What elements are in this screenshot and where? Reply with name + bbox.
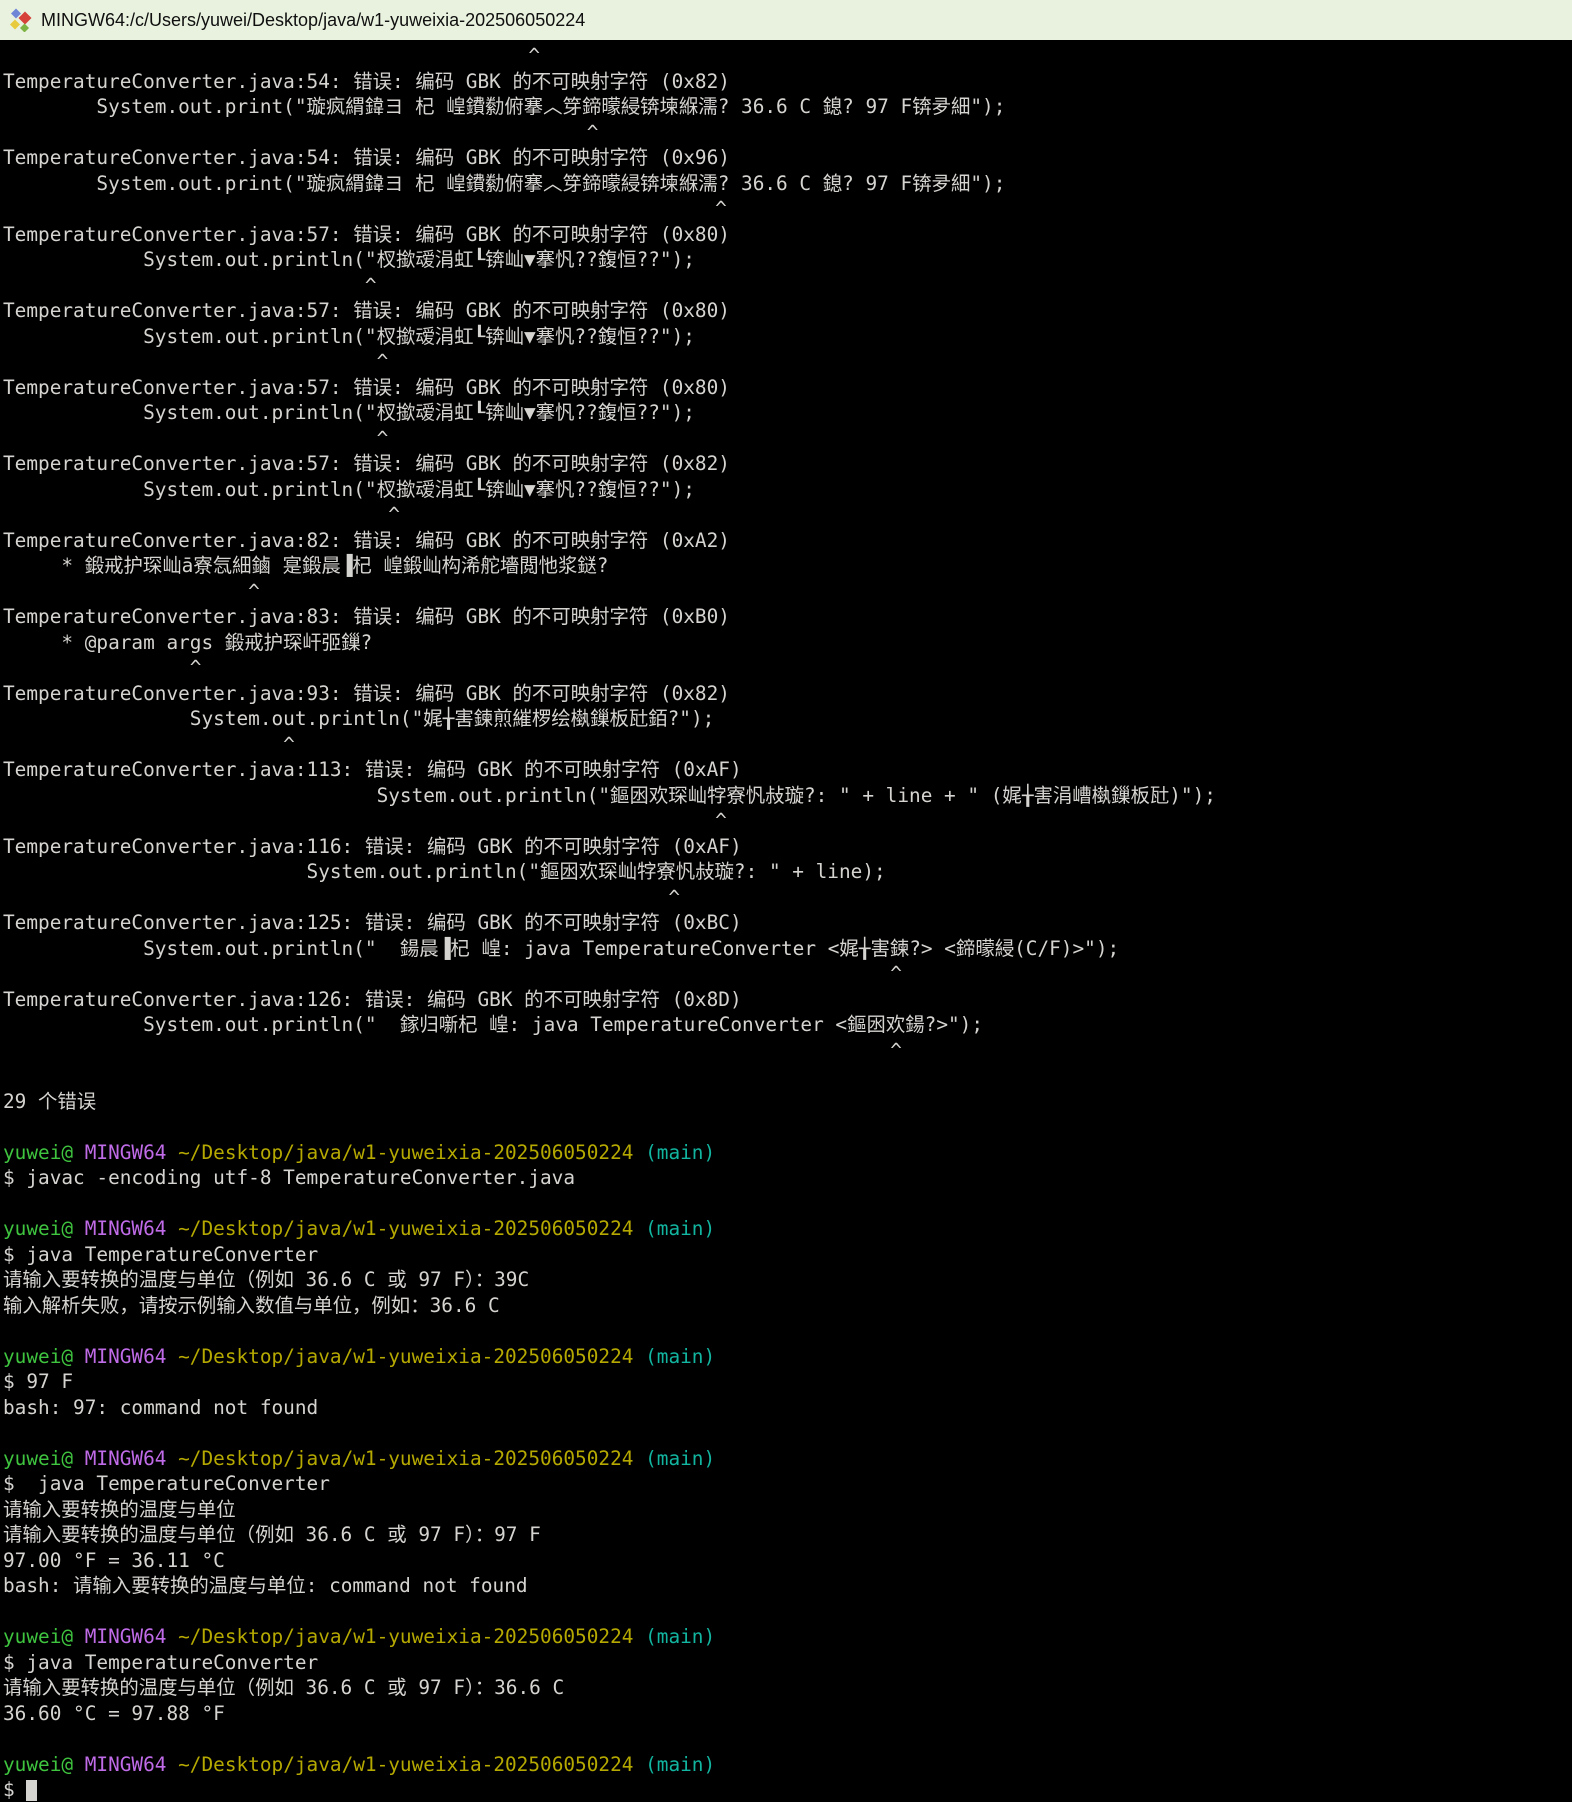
terminal-line: System.out.println("娓╁害鍊煎繀椤绘槸鏁板瓧銆?");	[3, 706, 1572, 732]
prompt-user: yuwei@	[3, 1217, 73, 1240]
prompt-path: ~/Desktop/java/w1-yuweixia-202506050224	[166, 1625, 633, 1648]
terminal-line: $	[3, 1777, 1572, 1802]
terminal-line: $ java TemperatureConverter	[3, 1650, 1572, 1676]
terminal-line: System.out.println(" 鎵归噺杞 崲: java Temper…	[3, 1012, 1572, 1038]
prompt-line: yuwei@ MINGW64 ~/Desktop/java/w1-yuweixi…	[3, 1446, 1572, 1472]
terminal-line	[3, 1191, 1572, 1217]
terminal-line: System.out.println("杈撳叆涓虹┖锛屾▼搴忛??鍑恒??");	[3, 400, 1572, 426]
prompt-path: ~/Desktop/java/w1-yuweixia-202506050224	[166, 1217, 633, 1240]
error-caret-line: ^	[3, 43, 1572, 69]
terminal-line: 输入解析失败，请按示例输入数值与单位，例如：36.6 C	[3, 1293, 1572, 1319]
prompt-branch: (main)	[633, 1345, 715, 1368]
terminal-line: bash: 97: command not found	[3, 1395, 1572, 1421]
prompt-line: yuwei@ MINGW64 ~/Desktop/java/w1-yuweixi…	[3, 1216, 1572, 1242]
prompt-path: ~/Desktop/java/w1-yuweixia-202506050224	[166, 1753, 633, 1776]
prompt-line: yuwei@ MINGW64 ~/Desktop/java/w1-yuweixi…	[3, 1752, 1572, 1778]
text-cursor	[26, 1780, 37, 1801]
terminal-line: TemperatureConverter.java:57: 错误: 编码 GBK…	[3, 298, 1572, 324]
prompt-user: yuwei@	[3, 1141, 73, 1164]
error-caret-line: ^	[3, 885, 1572, 911]
prompt-user: yuwei@	[3, 1447, 73, 1470]
terminal-line: System.out.println("杈撳叆涓虹┖锛屾▼搴忛??鍑恒??");	[3, 324, 1572, 350]
terminal-line: TemperatureConverter.java:113: 错误: 编码 GB…	[3, 757, 1572, 783]
terminal-line: TemperatureConverter.java:57: 错误: 编码 GBK…	[3, 451, 1572, 477]
terminal-line: TemperatureConverter.java:54: 错误: 编码 GBK…	[3, 145, 1572, 171]
terminal-line	[3, 1420, 1572, 1446]
prompt-branch: (main)	[633, 1753, 715, 1776]
terminal-line: bash: 请输入要转换的温度与单位: command not found	[3, 1573, 1572, 1599]
terminal-line	[3, 1726, 1572, 1752]
prompt-host: MINGW64	[73, 1141, 166, 1164]
prompt-path: ~/Desktop/java/w1-yuweixia-202506050224	[166, 1141, 633, 1164]
terminal-line: 97.00 °F = 36.11 °C	[3, 1548, 1572, 1574]
error-caret-line: ^	[3, 120, 1572, 146]
terminal-line: TemperatureConverter.java:126: 错误: 编码 GB…	[3, 987, 1572, 1013]
error-caret-line: ^	[3, 732, 1572, 758]
terminal-line: 请输入要转换的温度与单位（例如 36.6 C 或 97 F）：36.6 C	[3, 1675, 1572, 1701]
terminal-line: TemperatureConverter.java:57: 错误: 编码 GBK…	[3, 375, 1572, 401]
prompt-branch: (main)	[633, 1447, 715, 1470]
terminal-line: TemperatureConverter.java:82: 错误: 编码 GBK…	[3, 528, 1572, 554]
terminal-line: * @param args 鍛戒护琛屽弬鏁?	[3, 630, 1572, 656]
terminal-line: 请输入要转换的温度与单位（例如 36.6 C 或 97 F）：39C	[3, 1267, 1572, 1293]
prompt-host: MINGW64	[73, 1753, 166, 1776]
prompt-line: yuwei@ MINGW64 ~/Desktop/java/w1-yuweixi…	[3, 1624, 1572, 1650]
terminal-line: $ javac -encoding utf-8 TemperatureConve…	[3, 1165, 1572, 1191]
terminal-line: System.out.println("杈撳叆涓虹┖锛屾▼搴忛??鍑恒??");	[3, 247, 1572, 273]
terminal-line: TemperatureConverter.java:116: 错误: 编码 GB…	[3, 834, 1572, 860]
prompt-line: yuwei@ MINGW64 ~/Desktop/java/w1-yuweixi…	[3, 1344, 1572, 1370]
error-caret-line: ^	[3, 579, 1572, 605]
terminal-line: System.out.println("鏂囦欢琛屾牸寮忛敊璇?: " + lin…	[3, 783, 1572, 809]
error-caret-line: ^	[3, 502, 1572, 528]
terminal-line: $ java TemperatureConverter	[3, 1471, 1572, 1497]
prompt-host: MINGW64	[73, 1345, 166, 1368]
error-caret-line: ^	[3, 426, 1572, 452]
terminal-line: $ 97 F	[3, 1369, 1572, 1395]
window-title: MINGW64:/c/Users/yuwei/Desktop/java/w1-y…	[41, 10, 585, 31]
titlebar[interactable]: MINGW64:/c/Users/yuwei/Desktop/java/w1-y…	[0, 0, 1572, 40]
prompt-line: yuwei@ MINGW64 ~/Desktop/java/w1-yuweixi…	[3, 1140, 1572, 1166]
error-caret-line: ^	[3, 273, 1572, 299]
terminal-line: 请输入要转换的温度与单位（例如 36.6 C 或 97 F）：97 F	[3, 1522, 1572, 1548]
prompt-host: MINGW64	[73, 1217, 166, 1240]
error-caret-line: ^	[3, 349, 1572, 375]
terminal-line: System.out.println("鏂囦欢琛屾牸寮忛敊璇?: " + lin…	[3, 859, 1572, 885]
error-caret-line: ^	[3, 808, 1572, 834]
terminal-line: TemperatureConverter.java:57: 错误: 编码 GBK…	[3, 222, 1572, 248]
error-caret-line: ^	[3, 961, 1572, 987]
terminal-line: System.out.print("璇疯緭鍏ヨ 杞 崲鐨勬俯搴︿笌鍗曚綅锛堜緥濡…	[3, 94, 1572, 120]
error-caret-line: ^	[3, 655, 1572, 681]
terminal-line	[3, 1318, 1572, 1344]
error-caret-line: ^	[3, 1038, 1572, 1064]
terminal-line: TemperatureConverter.java:125: 错误: 编码 GB…	[3, 910, 1572, 936]
terminal-screen[interactable]: ^TemperatureConverter.java:54: 错误: 编码 GB…	[0, 40, 1572, 1802]
prompt-path: ~/Desktop/java/w1-yuweixia-202506050224	[166, 1447, 633, 1470]
terminal-line: 36.60 °C = 97.88 °F	[3, 1701, 1572, 1727]
prompt-branch: (main)	[633, 1141, 715, 1164]
prompt-user: yuwei@	[3, 1625, 73, 1648]
terminal-line	[3, 1599, 1572, 1625]
prompt-user: yuwei@	[3, 1753, 73, 1776]
prompt-host: MINGW64	[73, 1447, 166, 1470]
terminal-line: TemperatureConverter.java:93: 错误: 编码 GBK…	[3, 681, 1572, 707]
terminal-line: System.out.println("杈撳叆涓虹┖锛屾▼搴忛??鍑恒??");	[3, 477, 1572, 503]
error-caret-line: ^	[3, 196, 1572, 222]
terminal-line: TemperatureConverter.java:54: 错误: 编码 GBK…	[3, 69, 1572, 95]
prompt-branch: (main)	[633, 1217, 715, 1240]
prompt-user: yuwei@	[3, 1345, 73, 1368]
prompt-branch: (main)	[633, 1625, 715, 1648]
terminal-line: System.out.print("璇疯緭鍏ヨ 杞 崲鐨勬俯搴︿笌鍗曚綅锛堜緥濡…	[3, 171, 1572, 197]
terminal-line: $ java TemperatureConverter	[3, 1242, 1572, 1268]
terminal-line	[3, 1063, 1572, 1089]
terminal-line: 请输入要转换的温度与单位	[3, 1497, 1572, 1523]
terminal-line	[3, 1114, 1572, 1140]
msys2-icon	[8, 8, 32, 32]
prompt-host: MINGW64	[73, 1625, 166, 1648]
terminal-line: System.out.println(" 鍚晨▐杞 崲: java Temper…	[3, 936, 1572, 962]
terminal-line: 29 个错误	[3, 1089, 1572, 1115]
terminal-window: MINGW64:/c/Users/yuwei/Desktop/java/w1-y…	[0, 0, 1572, 1802]
prompt-path: ~/Desktop/java/w1-yuweixia-202506050224	[166, 1345, 633, 1368]
terminal-line: * 鍛戒护琛屾ā寮忥細鏀 寔鍛晨▐杞 崲鍛屾构浠舵墻閲忚浆鎹?	[3, 553, 1572, 579]
terminal-line: TemperatureConverter.java:83: 错误: 编码 GBK…	[3, 604, 1572, 630]
